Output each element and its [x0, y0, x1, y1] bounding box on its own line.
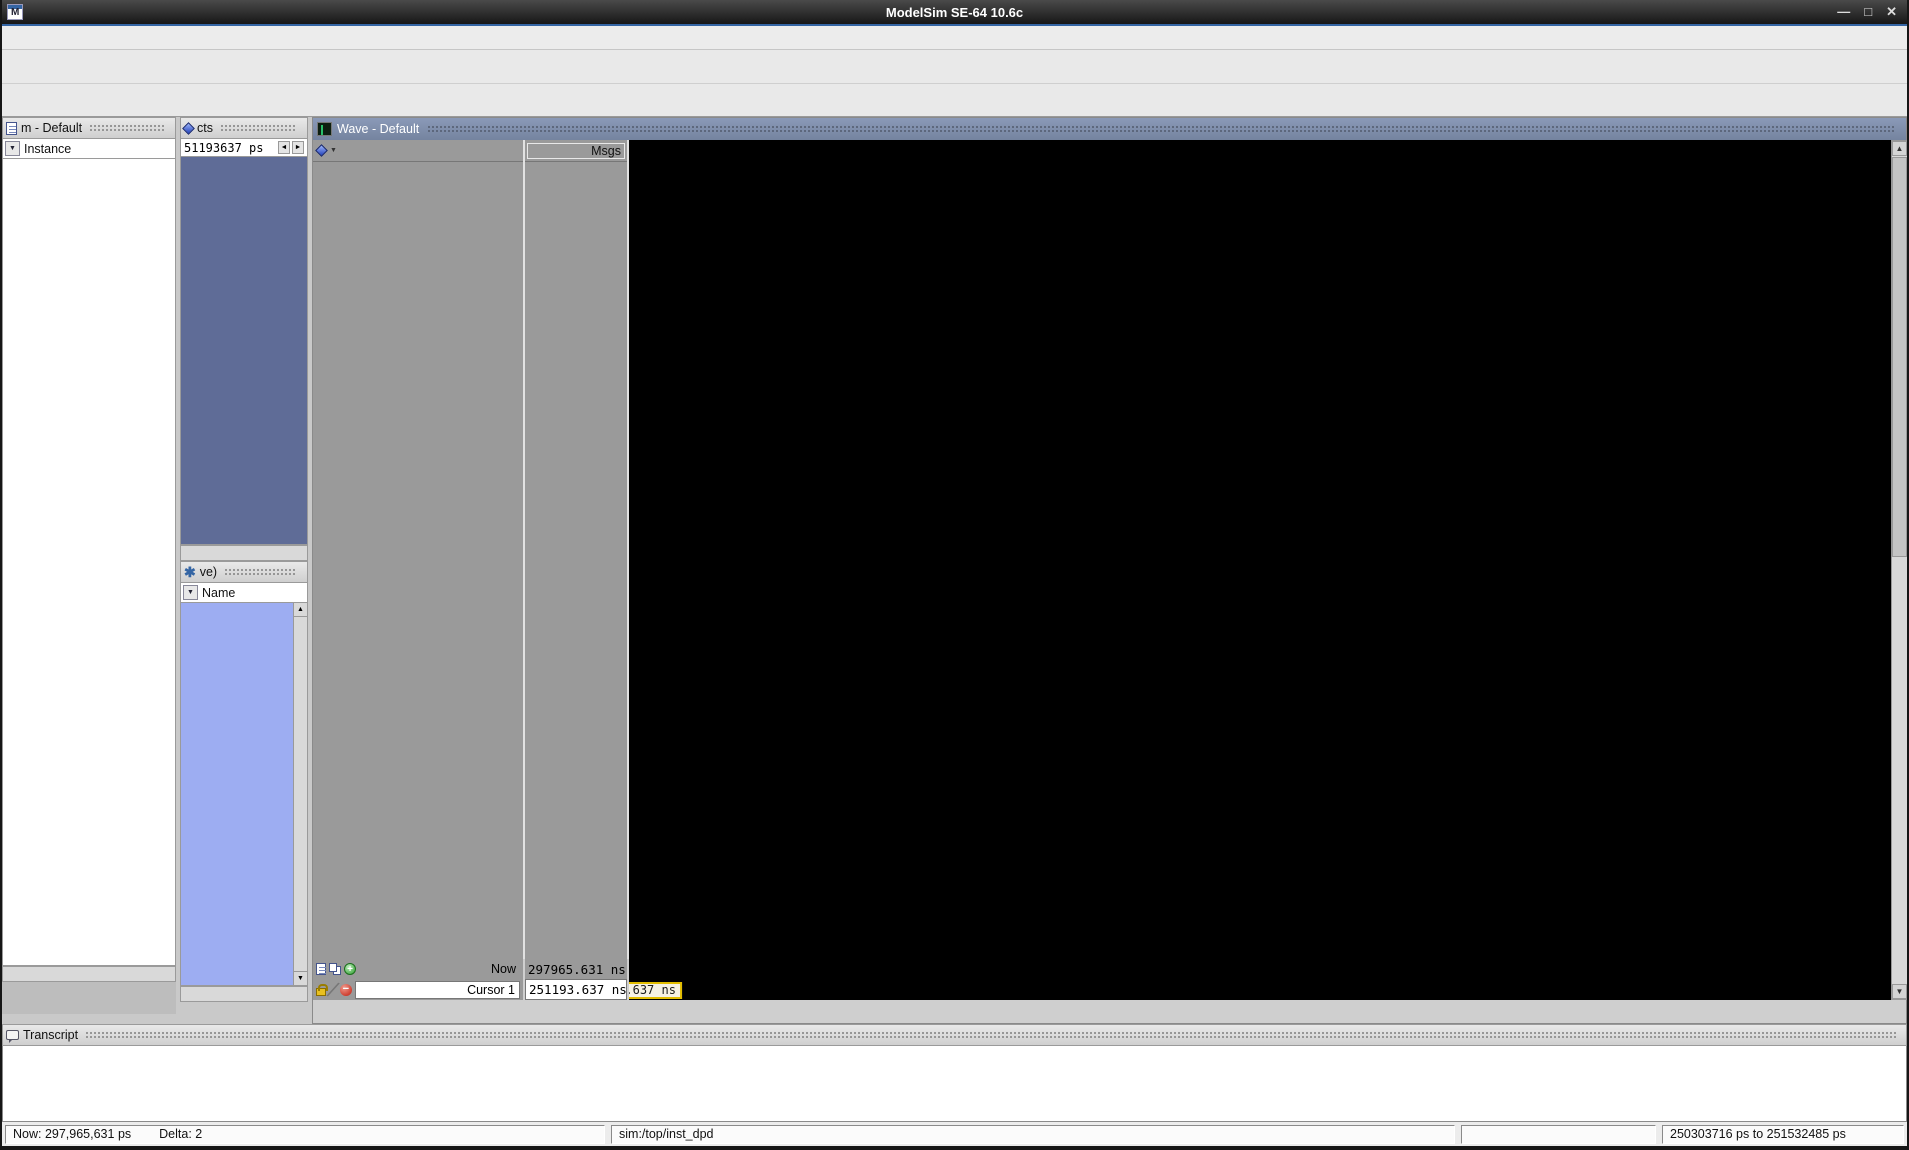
title-bar[interactable]: ModelSim SE-64 10.6c — □ ✕	[2, 0, 1907, 26]
status-bar: Now: 297,965,631 ps Delta: 2 sim:/top/in…	[2, 1122, 1907, 1146]
cursor-row: ╱ − Cursor 1	[313, 979, 523, 1000]
drag-handle[interactable]	[89, 124, 165, 132]
cursor-value[interactable]: 251193.637 ns	[525, 979, 627, 1000]
objects-icon	[182, 122, 195, 135]
name-column-header[interactable]: ▼ Name	[180, 583, 308, 603]
chevron-down-icon[interactable]: ▼	[330, 147, 337, 154]
now-row: + Now	[313, 959, 523, 979]
wave-signal-values	[525, 162, 627, 959]
main-area: m - Default ▼ Instance cts 51193637 p	[2, 117, 1907, 1024]
structure-hscrollbar[interactable]	[2, 966, 176, 982]
scroll-right-icon[interactable]: ►	[292, 141, 304, 154]
objects-panel: cts 51193637 ps ◄ ► ✱ ve) ▼ Name	[180, 117, 308, 1024]
status-delta: Delta: 2	[159, 1127, 202, 1141]
cursor-properties-icon[interactable]: ╱	[327, 981, 339, 998]
app-icon	[7, 4, 23, 20]
wave-toolbar	[2, 84, 1907, 117]
wave-title: Wave - Default	[337, 122, 419, 136]
waveform-canvas[interactable]	[629, 140, 1891, 959]
status-range-box: 250303716 ps to 251532485 ps	[1662, 1125, 1904, 1144]
scroll-left-icon[interactable]: ◄	[278, 141, 290, 154]
gear-icon: ✱	[184, 564, 196, 581]
scrollbar-thumb[interactable]	[1892, 157, 1907, 557]
active-hscrollbar[interactable]	[180, 986, 308, 1002]
window-title: ModelSim SE-64 10.6c	[2, 5, 1907, 20]
name-header-label: Name	[202, 586, 235, 600]
objects-time-label: 51193637 ps	[184, 141, 276, 155]
drag-handle[interactable]	[220, 124, 297, 132]
structure-panel-titlebar[interactable]: m - Default	[2, 117, 176, 139]
bottom-tabs	[2, 982, 176, 1014]
wave-signals-icon	[315, 144, 328, 157]
wave-vscrollbar[interactable]: ▲ ▼	[1891, 140, 1908, 1000]
wave-titlebar[interactable]: Wave - Default	[313, 118, 1906, 140]
wave-icon	[317, 122, 332, 136]
timeline-properties-icon[interactable]	[316, 963, 326, 975]
objects-hscrollbar[interactable]	[180, 545, 308, 561]
active-panel-title: ve)	[200, 565, 217, 579]
transcript-title: Transcript	[23, 1028, 78, 1042]
transcript-body[interactable]	[2, 1046, 1907, 1122]
active-vscrollbar[interactable]: ▲ ▼	[293, 603, 307, 985]
waveform-area[interactable]	[629, 140, 1891, 959]
cursor-name[interactable]: Cursor 1	[355, 981, 520, 999]
instance-header-label: Instance	[24, 142, 71, 156]
now-value: 297965.631 ns	[525, 959, 627, 979]
wave-hscrollbars	[313, 1000, 1908, 1017]
transcript-titlebar[interactable]: Transcript	[2, 1024, 1907, 1046]
scroll-up-icon[interactable]: ▲	[294, 603, 307, 617]
delete-cursor-icon[interactable]: −	[340, 984, 352, 996]
drag-handle[interactable]	[224, 568, 297, 576]
wave-values-header[interactable]: Msgs	[525, 140, 627, 162]
modelsim-window: ModelSim SE-64 10.6c — □ ✕ m - Default ▼ I…	[0, 0, 1909, 1150]
status-blank-box	[1461, 1125, 1656, 1144]
menu-bar	[2, 26, 1907, 50]
timeline[interactable]: 251193.637 ns	[629, 959, 1891, 1000]
objects-value-header[interactable]: 51193637 ps ◄ ►	[180, 139, 308, 157]
scroll-down-icon[interactable]: ▼	[294, 971, 307, 985]
wave-signal-names	[313, 162, 523, 959]
instance-column-header[interactable]: ▼ Instance	[2, 139, 176, 159]
transcript-panel: Transcript	[2, 1024, 1907, 1122]
wave-window: Wave - Default ▼ Msgs ▲ ▼	[312, 117, 1907, 1024]
structure-panel-title: m - Default	[21, 121, 82, 135]
close-button[interactable]: ✕	[1886, 4, 1897, 20]
status-context-box: sim:/top/inst_dpd	[611, 1125, 1455, 1144]
drag-handle[interactable]	[85, 1031, 1896, 1039]
scroll-down-icon[interactable]: ▼	[1892, 984, 1907, 999]
status-time-box: Now: 297,965,631 ps Delta: 2	[5, 1125, 605, 1144]
objects-panel-titlebar[interactable]: cts	[180, 117, 308, 139]
grid-settings-icon[interactable]	[329, 963, 337, 972]
drag-handle[interactable]	[427, 125, 1894, 133]
main-toolbar	[2, 50, 1907, 84]
status-now: Now: 297,965,631 ps	[13, 1127, 131, 1141]
menu-item-file[interactable]	[8, 36, 26, 40]
maximize-button[interactable]: □	[1864, 4, 1872, 20]
structure-panel: m - Default ▼ Instance	[2, 117, 176, 1024]
wave-names-header[interactable]: ▼	[313, 140, 523, 162]
minimize-button[interactable]: —	[1837, 4, 1850, 20]
filter-icon[interactable]: ▼	[5, 141, 20, 156]
sim-panel-icon	[6, 122, 17, 135]
objects-signal-list	[180, 157, 308, 545]
now-label: Now	[359, 962, 520, 976]
lock-cursor-icon[interactable]	[316, 988, 326, 996]
window-controls: — □ ✕	[1837, 4, 1897, 20]
transcript-icon	[6, 1030, 19, 1040]
instance-tree	[2, 159, 176, 966]
active-panel-body: ▲ ▼	[180, 603, 308, 986]
filter-icon[interactable]: ▼	[183, 585, 198, 600]
active-panel-titlebar[interactable]: ✱ ve)	[180, 561, 308, 583]
msgs-column-label: Msgs	[527, 143, 625, 159]
cursor-time-box[interactable]: 251193.637 ns	[629, 982, 682, 999]
scroll-up-icon[interactable]: ▲	[1892, 141, 1907, 156]
objects-panel-title: cts	[197, 121, 213, 135]
add-cursor-icon[interactable]: +	[344, 963, 356, 975]
